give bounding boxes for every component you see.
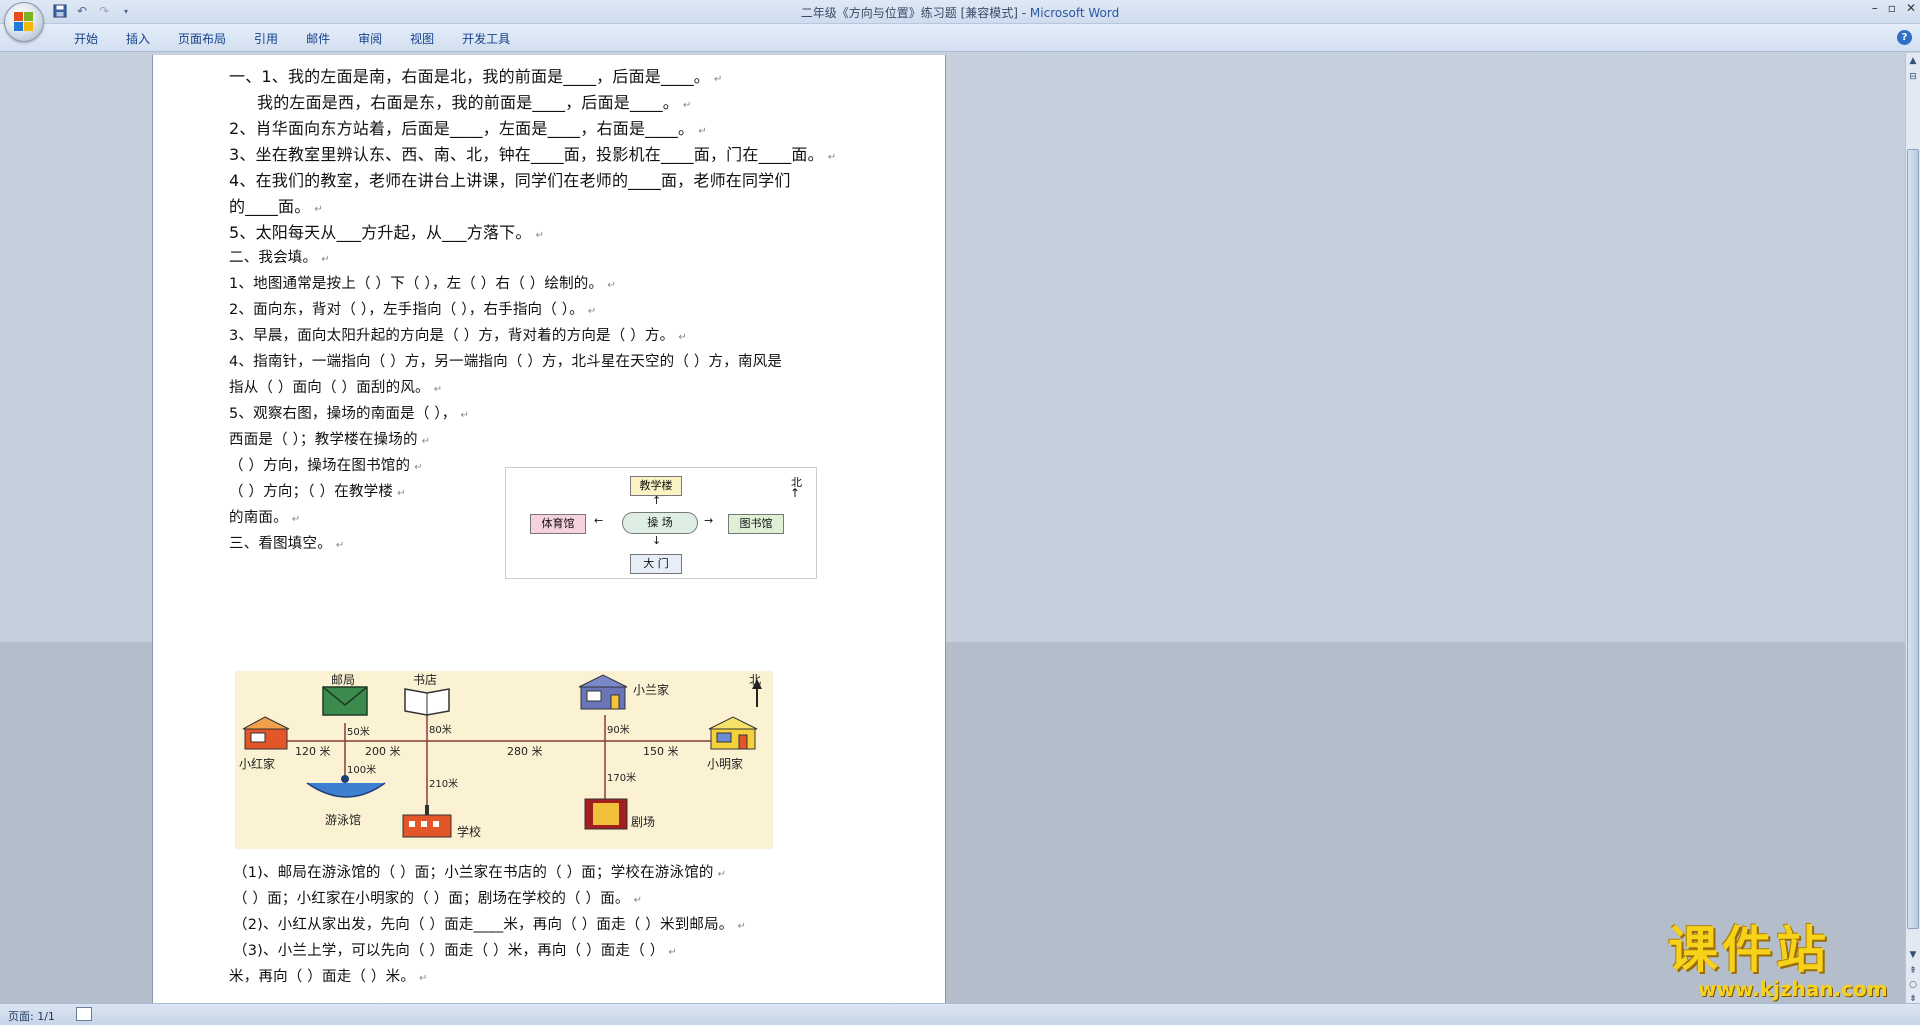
doc-line: 3、早晨，面向太阳升起的方向是（ ）方，背对着的方向是（ ）方。 ↵	[229, 328, 687, 344]
map-distance-label: 200 米	[365, 745, 401, 758]
doc-line: 2、面向东，背对（ ），左手指向（ ），右手指向（ ）。 ↵	[229, 302, 597, 318]
library-box: 图书馆	[728, 514, 784, 534]
direction-diagram[interactable]: 北 ↑ 教学楼 体育馆 操 场 图书馆 大 门 ↑ ↓ ← →	[505, 467, 817, 579]
help-icon[interactable]: ?	[1897, 30, 1912, 45]
document-page[interactable]: 一、1、我的左面是南，右面是北，我的前面是____，后面是____。 ↵ 我的左面…	[152, 55, 946, 1003]
doc-line: （ ）面；小红家在小明家的（ ）面；剧场在学校的（ ）面。 ↵	[233, 891, 643, 907]
document-workspace: 一、1、我的左面是南，右面是北，我的前面是____，后面是____。 ↵ 我的左面…	[0, 53, 1905, 1003]
map-bookstore-label: 书店	[413, 673, 438, 687]
doc-line: （1)、邮局在游泳馆的（ ）面；小兰家在书店的（ ）面；学校在游泳馆的 ↵	[233, 865, 727, 881]
map-roads	[242, 674, 762, 838]
ruler-toggle-icon[interactable]: ⊟	[1907, 71, 1919, 83]
scrollbar-thumb[interactable]	[1907, 149, 1919, 929]
watermark-logo: 课件站 www.kjzhan.com	[1668, 922, 1908, 1002]
doc-line: （ ）方向；（ ）在教学楼 ↵	[229, 484, 406, 500]
doc-line: 2、肖华面向东方站着，后面是____，左面是____，右面是____。 ↵	[229, 119, 707, 138]
map-distance-label: 150 米	[643, 745, 679, 758]
map-distance-label: 120 米	[295, 745, 331, 758]
doc-line: 西面是（ ）；教学楼在操场的 ↵	[229, 432, 431, 448]
town-map[interactable]: 邮局 书店 小兰家 北 小红家 小明家 游泳馆 学校 剧场 120 米 200 …	[235, 671, 773, 849]
arrow-up-icon: ↑	[652, 494, 662, 507]
title-bar: 二年级《方向与位置》练习题 [兼容模式] - Microsoft Word ↶ …	[0, 0, 1920, 24]
status-bar: 页面: 1/1	[0, 1003, 1920, 1025]
map-north-label: 北	[749, 673, 762, 687]
map-distance-label: 80米	[429, 725, 452, 736]
browse-object-icon[interactable]: ○	[1907, 979, 1919, 991]
map-school-label: 学校	[457, 825, 482, 839]
doc-line: 5、太阳每天从___方升起，从___方落下。 ↵	[229, 223, 545, 242]
map-pool-label: 游泳馆	[325, 813, 362, 827]
map-xiaolan-home-label: 小兰家	[633, 683, 670, 697]
doc-line: 4、指南针，一端指向（ ）方，另一端指向（ ）方，北斗星在天空的（ ）方，南风是	[229, 354, 783, 370]
map-distance-label: 210米	[429, 779, 459, 790]
map-theater-label: 剧场	[631, 815, 656, 829]
map-distance-label: 100米	[347, 765, 377, 776]
arrow-left-icon: ←	[594, 514, 604, 527]
minimize-button[interactable]: –	[1872, 1, 1878, 15]
doc-line: 米，再向（ ）面走（ ）米。 ↵	[229, 969, 428, 985]
tab-page-layout[interactable]: 页面布局	[164, 30, 240, 47]
map-xiaohong-home-label: 小红家	[239, 757, 276, 771]
doc-line: 我的左面是西，右面是东，我的前面是____，后面是____。 ↵	[257, 93, 692, 112]
save-icon[interactable]	[52, 3, 68, 19]
window-controls: – ▫ ✕	[1872, 1, 1916, 15]
tab-review[interactable]: 审阅	[344, 30, 396, 47]
ribbon-tabs: 开始 插入 页面布局 引用 邮件 审阅 视图 开发工具	[60, 30, 524, 47]
document-title: 二年级《方向与位置》练习题 [兼容模式] -	[800, 6, 1030, 20]
office-button[interactable]	[4, 2, 44, 42]
scroll-down-icon[interactable]: ▼	[1907, 949, 1919, 961]
close-button[interactable]: ✕	[1906, 1, 1916, 15]
undo-icon[interactable]: ↶	[74, 3, 90, 19]
gym-box: 体育馆	[530, 514, 586, 534]
tab-mailings[interactable]: 邮件	[292, 30, 344, 47]
doc-line: 4、在我们的教室，老师在讲台上讲课，同学们在老师的____面，老师在同学们	[229, 171, 791, 190]
customize-toolbar-icon[interactable]: ▾	[118, 3, 134, 19]
map-post-office-label: 邮局	[331, 673, 356, 687]
tab-insert[interactable]: 插入	[112, 30, 164, 47]
watermark-url: www.kjzhan.com	[1698, 977, 1888, 1001]
map-distance-label: 280 米	[507, 745, 543, 758]
tab-home[interactable]: 开始	[60, 30, 112, 47]
maximize-button[interactable]: ▫	[1888, 1, 1896, 15]
previous-page-icon[interactable]: ⇞	[1907, 965, 1919, 977]
doc-line: （3)、小兰上学，可以先向（ ）面走（ ）米，再向（ ）面走（ ） ↵	[233, 943, 678, 959]
map-distance-label: 50米	[347, 727, 370, 738]
doc-line: 3、坐在教室里辨认东、西、南、北，钟在____面，投影机在____面，门在___…	[229, 145, 837, 164]
window-title: 二年级《方向与位置》练习题 [兼容模式] - Microsoft Word	[0, 4, 1920, 21]
gate-box: 大 门	[630, 554, 682, 574]
map-distance-label: 170米	[607, 773, 637, 784]
app-name: Microsoft Word	[1029, 6, 1120, 20]
office-logo-icon	[14, 12, 34, 32]
doc-line: （2)、小红从家出发，先向（ ）面走____米，再向（ ）面走（ ）米到邮局。 ↵	[233, 917, 747, 933]
quick-access-toolbar: ↶ ↷ ▾	[52, 3, 134, 19]
page-count[interactable]: 页面: 1/1	[8, 1008, 55, 1024]
doc-line: 二、我会填。 ↵	[229, 250, 330, 266]
redo-icon[interactable]: ↷	[96, 3, 112, 19]
proofing-icon[interactable]	[76, 1007, 92, 1021]
north-arrow-icon: ↑	[789, 486, 800, 500]
tab-references[interactable]: 引用	[240, 30, 292, 47]
doc-line: 一、1、我的左面是南，右面是北，我的前面是____，后面是____。 ↵	[229, 67, 723, 86]
scroll-up-icon[interactable]: ▲	[1907, 55, 1919, 67]
doc-line: 1、地图通常是按上（ ）下（ ），左（ ）右（ ）绘制的。 ↵	[229, 276, 616, 292]
doc-line: （ ）方向，操场在图书馆的 ↵	[229, 458, 423, 474]
doc-line: 指从（ ）面向（ ）面刮的风。 ↵	[229, 380, 443, 396]
tab-view[interactable]: 视图	[396, 30, 448, 47]
map-xiaoming-home-label: 小明家	[707, 757, 744, 771]
ribbon: 开始 插入 页面布局 引用 邮件 审阅 视图 开发工具 ?	[0, 24, 1920, 52]
watermark-title: 课件站	[1668, 921, 1830, 979]
vertical-scrollbar[interactable]: ▲ ⊟ ▼ ⇞ ○ ⇟	[1905, 53, 1920, 1004]
map-distance-label: 90米	[607, 725, 630, 736]
doc-line: 三、看图填空。 ↵	[229, 536, 345, 552]
arrow-down-icon: ↓	[652, 534, 662, 547]
playground-box: 操 场	[622, 512, 698, 534]
doc-line: 5、观察右图，操场的南面是（ ）， ↵	[229, 406, 470, 422]
doc-line: 的____面。 ↵	[229, 197, 323, 216]
arrow-right-icon: →	[704, 514, 714, 527]
teaching-building-box: 教学楼	[630, 476, 682, 496]
doc-line: 的南面。 ↵	[229, 510, 301, 526]
tab-developer[interactable]: 开发工具	[448, 30, 524, 47]
